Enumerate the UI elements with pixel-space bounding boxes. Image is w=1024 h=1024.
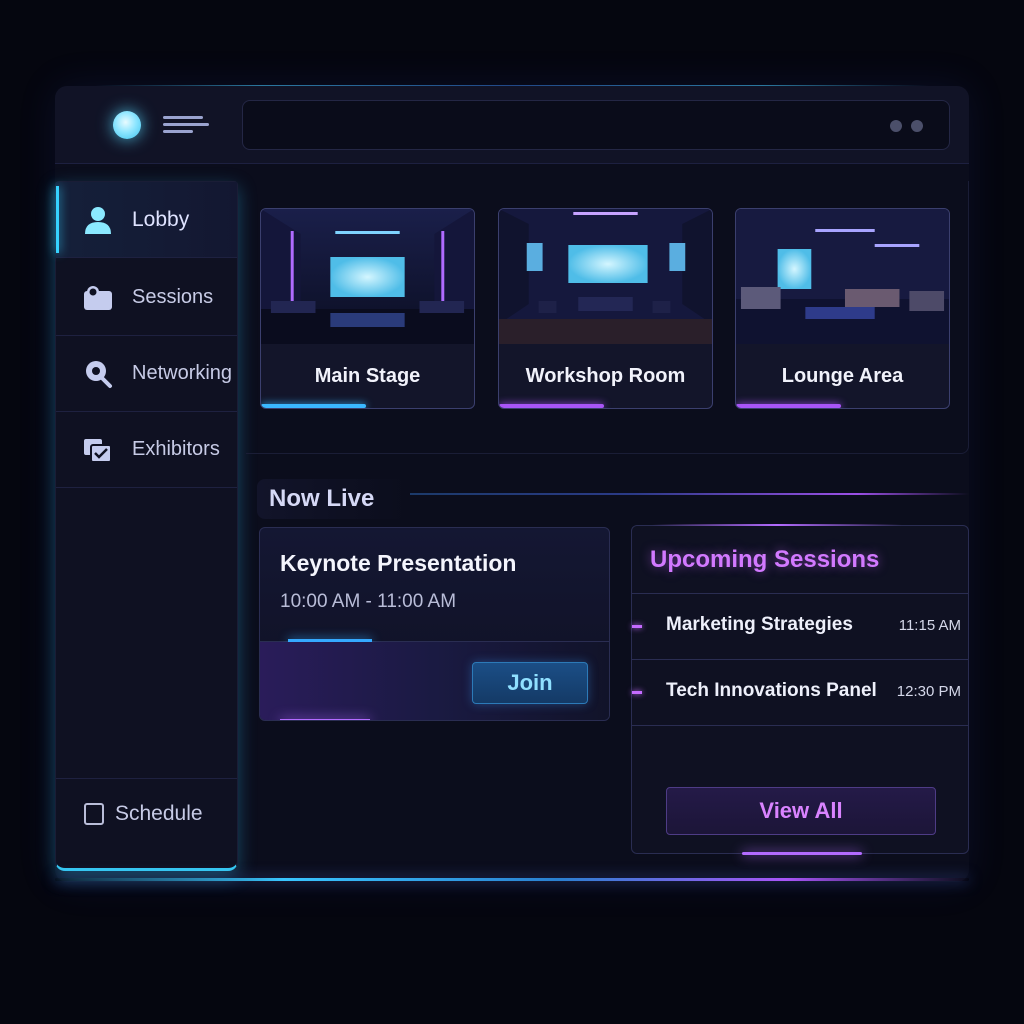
room-name: Workshop Room [525,365,686,387]
session-time: 12:30 PM [896,683,961,700]
main-stage-image [261,209,474,344]
view-all-glow [742,852,862,855]
session-time: 11:15 AM [898,617,961,634]
now-live-divider [410,493,969,495]
join-button[interactable]: Join [472,662,588,704]
exhibitors-icon [84,438,112,463]
now-live-heading: Now Live [257,479,407,519]
lounge-area-image [736,209,949,344]
schedule-label: Schedule [115,801,203,825]
room-progress-bar [261,404,366,408]
sidebar-item-sessions[interactable]: Sessions [56,260,237,336]
sidebar-item-label: Sessions [132,286,214,308]
upcoming-session-row[interactable]: Marketing Strategies 11:15 AM [632,593,968,659]
menu-icon[interactable] [163,116,209,134]
upcoming-session-row[interactable]: Tech Innovations Panel 12:30 PM [632,659,968,725]
live-session-card: Keynote Presentation 10:00 AM - 11:00 AM… [259,527,610,721]
more-options-icon[interactable] [890,120,923,132]
divider [632,725,968,726]
top-bar [55,86,969,164]
sidebar-item-label: Exhibitors [132,438,220,460]
sidebar-item-exhibitors[interactable]: Exhibitors [56,412,237,488]
schedule-icon [84,802,104,825]
upcoming-sessions-card: Upcoming Sessions Marketing Strategies 1… [631,524,969,855]
room-name: Lounge Area [781,365,904,387]
live-session-footer: Join [260,642,609,720]
view-all-button[interactable]: View All [666,787,936,835]
logo-icon [113,111,141,139]
sidebar-item-label: Lobby [132,207,190,231]
room-card-lounge-area[interactable]: Lounge Area [735,208,950,409]
sidebar-item-label: Networking [132,362,233,384]
room-name: Main Stage [314,365,421,387]
search-bar[interactable] [242,100,950,150]
session-marker [632,691,642,694]
footer-accent [280,719,370,720]
user-icon [85,206,111,234]
session-name: Marketing Strategies [666,614,853,635]
window-bottom-glow [55,878,969,881]
room-card-main-stage[interactable]: Main Stage [260,208,475,409]
room-progress-bar [499,404,604,408]
sidebar-item-lobby[interactable]: Lobby [56,182,237,258]
sidebar-item-networking[interactable]: Networking [56,336,237,412]
live-session-time: 10:00 AM - 11:00 AM [280,591,457,612]
workshop-room-image [499,209,712,344]
session-marker [632,625,642,628]
sidebar-item-schedule[interactable]: Schedule [56,778,237,848]
room-card-workshop-room[interactable]: Workshop Room [498,208,713,409]
live-session-title: Keynote Presentation [280,550,517,576]
room-progress-bar [736,404,841,408]
sessions-icon [84,285,112,310]
upcoming-sessions-heading: Upcoming Sessions [650,546,880,573]
networking-icon [86,360,112,388]
sidebar: Lobby Sessions Networking Exhibitors Sch… [55,181,238,871]
session-name: Tech Innovations Panel [666,680,877,701]
